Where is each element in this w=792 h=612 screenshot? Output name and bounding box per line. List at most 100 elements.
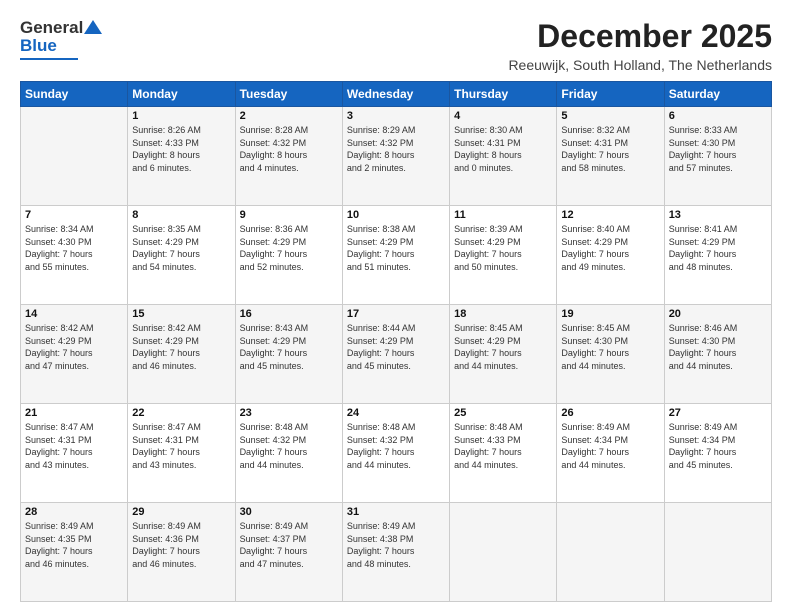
header-wednesday: Wednesday <box>342 82 449 107</box>
day-info: Sunrise: 8:35 AM Sunset: 4:29 PM Dayligh… <box>132 223 230 273</box>
day-number: 15 <box>132 308 230 320</box>
day-number: 10 <box>347 209 445 221</box>
day-number: 23 <box>240 407 338 419</box>
day-number: 9 <box>240 209 338 221</box>
day-number: 13 <box>669 209 767 221</box>
calendar-cell: 11 Sunrise: 8:39 AM Sunset: 4:29 PM Dayli… <box>450 206 557 305</box>
day-number: 3 <box>347 110 445 122</box>
header-sunday: Sunday <box>21 82 128 107</box>
day-number: 1 <box>132 110 230 122</box>
day-info: Sunrise: 8:48 AM Sunset: 4:32 PM Dayligh… <box>347 421 445 471</box>
calendar-cell: 4Sunrise: 8:30 AM Sunset: 4:31 PM Daylig… <box>450 107 557 206</box>
calendar-cell: 12Sunrise: 8:40 AM Sunset: 4:29 PM Dayli… <box>557 206 664 305</box>
calendar-cell: 22 Sunrise: 8:47 AM Sunset: 4:31 PM Dayli… <box>128 404 235 503</box>
day-info: Sunrise: 8:42 AM Sunset: 4:29 PM Dayligh… <box>132 322 230 372</box>
day-info: Sunrise: 8:36 AM Sunset: 4:29 PM Dayligh… <box>240 223 338 273</box>
page: General Blue December 2025 Reeuwijk, Sou… <box>0 0 792 612</box>
day-number: 18 <box>454 308 552 320</box>
calendar-week-row-1: 1Sunrise: 8:26 AM Sunset: 4:33 PM Daylig… <box>21 107 772 206</box>
calendar-cell: 15 Sunrise: 8:42 AM Sunset: 4:29 PM Dayli… <box>128 305 235 404</box>
day-info: Sunrise: 8:44 AM Sunset: 4:29 PM Dayligh… <box>347 322 445 372</box>
header: General Blue December 2025 Reeuwijk, Sou… <box>20 18 772 73</box>
day-info: Sunrise: 8:49 AM Sunset: 4:34 PM Dayligh… <box>561 421 659 471</box>
day-number: 5 <box>561 110 659 122</box>
calendar-cell: 13 Sunrise: 8:41 AM Sunset: 4:29 PM Dayli… <box>664 206 771 305</box>
logo-blue: Blue <box>20 36 57 56</box>
day-number: 31 <box>347 506 445 518</box>
calendar-week-row-3: 14 Sunrise: 8:42 AM Sunset: 4:29 PM Dayli… <box>21 305 772 404</box>
calendar-cell: 18 Sunrise: 8:45 AM Sunset: 4:29 PM Dayli… <box>450 305 557 404</box>
calendar-cell: 7Sunrise: 8:34 AM Sunset: 4:30 PM Daylig… <box>21 206 128 305</box>
logo-icon <box>84 18 102 36</box>
calendar-cell: 26 Sunrise: 8:49 AM Sunset: 4:34 PM Dayli… <box>557 404 664 503</box>
calendar-cell: 14 Sunrise: 8:42 AM Sunset: 4:29 PM Dayli… <box>21 305 128 404</box>
calendar-cell: 28 Sunrise: 8:49 AM Sunset: 4:35 PM Dayli… <box>21 503 128 602</box>
calendar-cell <box>21 107 128 206</box>
calendar-cell: 3 Sunrise: 8:29 AM Sunset: 4:32 PM Daylig… <box>342 107 449 206</box>
day-number: 26 <box>561 407 659 419</box>
day-number: 24 <box>347 407 445 419</box>
calendar-cell: 27Sunrise: 8:49 AM Sunset: 4:34 PM Dayli… <box>664 404 771 503</box>
day-info: Sunrise: 8:49 AM Sunset: 4:37 PM Dayligh… <box>240 520 338 570</box>
day-info: Sunrise: 8:40 AM Sunset: 4:29 PM Dayligh… <box>561 223 659 273</box>
calendar-cell: 5 Sunrise: 8:32 AM Sunset: 4:31 PM Daylig… <box>557 107 664 206</box>
header-friday: Friday <box>557 82 664 107</box>
day-number: 30 <box>240 506 338 518</box>
calendar-cell <box>664 503 771 602</box>
location-subtitle: Reeuwijk, South Holland, The Netherlands <box>508 57 772 73</box>
day-number: 8 <box>132 209 230 221</box>
header-saturday: Saturday <box>664 82 771 107</box>
header-monday: Monday <box>128 82 235 107</box>
calendar-cell: 9 Sunrise: 8:36 AM Sunset: 4:29 PM Daylig… <box>235 206 342 305</box>
day-info: Sunrise: 8:47 AM Sunset: 4:31 PM Dayligh… <box>132 421 230 471</box>
day-number: 17 <box>347 308 445 320</box>
calendar-cell: 31 Sunrise: 8:49 AM Sunset: 4:38 PM Dayli… <box>342 503 449 602</box>
day-number: 4 <box>454 110 552 122</box>
day-number: 22 <box>132 407 230 419</box>
calendar-cell: 10 Sunrise: 8:38 AM Sunset: 4:29 PM Dayli… <box>342 206 449 305</box>
day-info: Sunrise: 8:41 AM Sunset: 4:29 PM Dayligh… <box>669 223 767 273</box>
day-info: Sunrise: 8:45 AM Sunset: 4:29 PM Dayligh… <box>454 322 552 372</box>
calendar-cell: 1Sunrise: 8:26 AM Sunset: 4:33 PM Daylig… <box>128 107 235 206</box>
calendar-cell: 17 Sunrise: 8:44 AM Sunset: 4:29 PM Dayli… <box>342 305 449 404</box>
calendar-week-row-4: 21 Sunrise: 8:47 AM Sunset: 4:31 PM Dayli… <box>21 404 772 503</box>
day-number: 16 <box>240 308 338 320</box>
calendar-week-row-2: 7Sunrise: 8:34 AM Sunset: 4:30 PM Daylig… <box>21 206 772 305</box>
day-number: 19 <box>561 308 659 320</box>
calendar-cell: 23 Sunrise: 8:48 AM Sunset: 4:32 PM Dayli… <box>235 404 342 503</box>
day-info: Sunrise: 8:33 AM Sunset: 4:30 PM Dayligh… <box>669 124 767 174</box>
calendar-cell: 30 Sunrise: 8:49 AM Sunset: 4:37 PM Dayli… <box>235 503 342 602</box>
day-info: Sunrise: 8:49 AM Sunset: 4:34 PM Dayligh… <box>669 421 767 471</box>
day-number: 11 <box>454 209 552 221</box>
calendar-table: Sunday Monday Tuesday Wednesday Thursday… <box>20 81 772 602</box>
day-number: 6 <box>669 110 767 122</box>
logo: General Blue <box>20 18 102 60</box>
day-info: Sunrise: 8:43 AM Sunset: 4:29 PM Dayligh… <box>240 322 338 372</box>
header-tuesday: Tuesday <box>235 82 342 107</box>
calendar-cell: 21 Sunrise: 8:47 AM Sunset: 4:31 PM Dayli… <box>21 404 128 503</box>
day-info: Sunrise: 8:38 AM Sunset: 4:29 PM Dayligh… <box>347 223 445 273</box>
day-info: Sunrise: 8:47 AM Sunset: 4:31 PM Dayligh… <box>25 421 123 471</box>
calendar-cell: 6 Sunrise: 8:33 AM Sunset: 4:30 PM Daylig… <box>664 107 771 206</box>
day-number: 14 <box>25 308 123 320</box>
day-info: Sunrise: 8:48 AM Sunset: 4:32 PM Dayligh… <box>240 421 338 471</box>
day-number: 21 <box>25 407 123 419</box>
day-info: Sunrise: 8:49 AM Sunset: 4:36 PM Dayligh… <box>132 520 230 570</box>
day-info: Sunrise: 8:32 AM Sunset: 4:31 PM Dayligh… <box>561 124 659 174</box>
day-info: Sunrise: 8:29 AM Sunset: 4:32 PM Dayligh… <box>347 124 445 174</box>
calendar-cell: 20 Sunrise: 8:46 AM Sunset: 4:30 PM Dayli… <box>664 305 771 404</box>
day-number: 28 <box>25 506 123 518</box>
day-info: Sunrise: 8:39 AM Sunset: 4:29 PM Dayligh… <box>454 223 552 273</box>
day-info: Sunrise: 8:34 AM Sunset: 4:30 PM Dayligh… <box>25 223 123 273</box>
day-info: Sunrise: 8:49 AM Sunset: 4:35 PM Dayligh… <box>25 520 123 570</box>
calendar-cell <box>557 503 664 602</box>
weekday-header-row: Sunday Monday Tuesday Wednesday Thursday… <box>21 82 772 107</box>
day-info: Sunrise: 8:46 AM Sunset: 4:30 PM Dayligh… <box>669 322 767 372</box>
day-info: Sunrise: 8:42 AM Sunset: 4:29 PM Dayligh… <box>25 322 123 372</box>
day-number: 20 <box>669 308 767 320</box>
day-info: Sunrise: 8:49 AM Sunset: 4:38 PM Dayligh… <box>347 520 445 570</box>
calendar-cell: 25Sunrise: 8:48 AM Sunset: 4:33 PM Dayli… <box>450 404 557 503</box>
title-block: December 2025 Reeuwijk, South Holland, T… <box>508 18 772 73</box>
calendar-cell <box>450 503 557 602</box>
calendar-cell: 24 Sunrise: 8:48 AM Sunset: 4:32 PM Dayli… <box>342 404 449 503</box>
